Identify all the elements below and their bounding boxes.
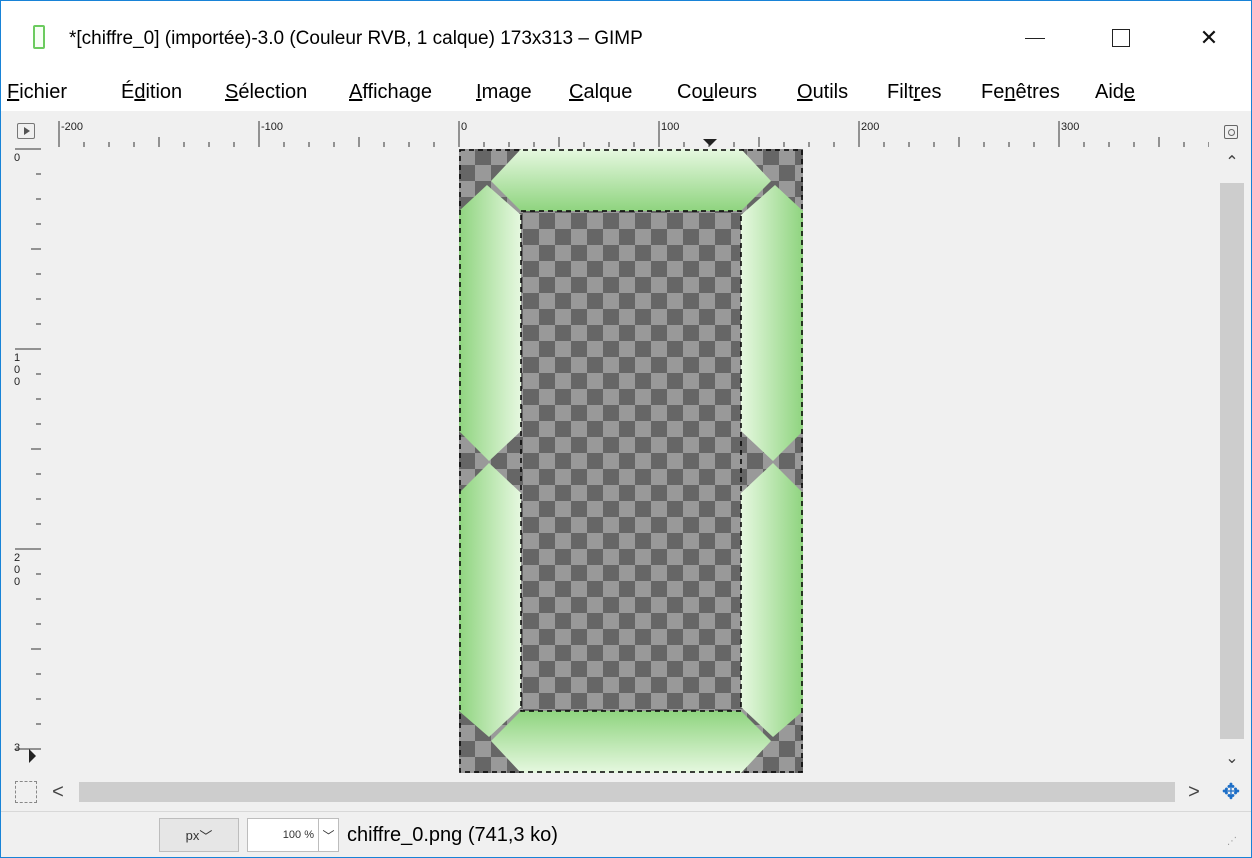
title-bar[interactable]: *[chiffre_0] (importée)-3.0 (Couleur RVB… bbox=[1, 1, 1251, 73]
ruler-label: 300 bbox=[1061, 121, 1079, 133]
resize-grip-icon[interactable]: ⋰ bbox=[1227, 836, 1245, 854]
menu-arrow-icon bbox=[17, 123, 35, 139]
pointer-position-marker bbox=[703, 139, 717, 146]
segment-top-right bbox=[741, 185, 803, 461]
horizontal-ruler[interactable]: -200 -100 0 100 200 300 bbox=[43, 117, 1209, 147]
unit-value: px bbox=[185, 827, 200, 843]
ruler-label: 200 bbox=[861, 121, 879, 133]
ruler-label: 0 bbox=[461, 121, 467, 133]
horizontal-scroll-thumb[interactable] bbox=[79, 782, 1175, 802]
vertical-scrollbar[interactable]: ⌃ ⌄ bbox=[1217, 147, 1247, 773]
horizontal-scrollbar[interactable]: < > bbox=[43, 777, 1209, 807]
menu-fenetres[interactable]: Fenêtres bbox=[981, 81, 1060, 104]
ruler-label: 3 bbox=[14, 742, 20, 754]
ruler-label: -100 bbox=[261, 121, 283, 133]
selection-inner-boundary bbox=[520, 210, 742, 712]
image-canvas[interactable] bbox=[43, 147, 1209, 773]
menu-affichage[interactable]: Affichage bbox=[349, 81, 432, 104]
zoom-selector[interactable]: 100 % ﹀ bbox=[247, 818, 339, 852]
menu-fichier[interactable]: Fichier bbox=[7, 81, 67, 104]
scroll-right-icon[interactable]: > bbox=[1179, 777, 1209, 807]
gimp-icon bbox=[33, 25, 45, 49]
scroll-left-icon[interactable]: < bbox=[43, 777, 73, 807]
minimize-icon bbox=[1025, 37, 1045, 39]
minimize-button[interactable] bbox=[1005, 15, 1065, 61]
chevron-down-icon[interactable]: ﹀ bbox=[318, 819, 338, 851]
segment-bottom bbox=[491, 711, 771, 773]
window-title: *[chiffre_0] (importée)-3.0 (Couleur RVB… bbox=[69, 28, 643, 49]
vertical-ruler[interactable]: 01002003 bbox=[11, 147, 41, 773]
menu-filtres[interactable]: Filtres bbox=[887, 81, 941, 104]
pointer-position-marker bbox=[29, 749, 36, 763]
segment-top bbox=[491, 149, 771, 211]
segment-bottom-right bbox=[741, 463, 803, 737]
menu-image[interactable]: Image bbox=[476, 81, 532, 104]
menu-aide[interactable]: Aide bbox=[1095, 81, 1135, 104]
menu-couleurs[interactable]: Couleurs bbox=[677, 81, 757, 104]
menu-selection[interactable]: Sélection bbox=[225, 81, 307, 104]
chevron-down-icon: ﹀ bbox=[199, 828, 213, 844]
ruler-label: 0 bbox=[14, 376, 20, 388]
segment-bottom-left bbox=[459, 463, 521, 737]
status-bar: px ﹀ 100 % ﹀ chiffre_0.png (741,3 ko) ⋰ bbox=[1, 811, 1251, 857]
navigate-icon[interactable]: ✥ bbox=[1215, 777, 1247, 807]
scroll-down-icon[interactable]: ⌄ bbox=[1217, 743, 1247, 773]
image-layer[interactable] bbox=[459, 149, 803, 773]
menu-edition[interactable]: Édition bbox=[121, 81, 182, 104]
ruler-label: -200 bbox=[61, 121, 83, 133]
close-icon: ✕ bbox=[1199, 25, 1219, 51]
ruler-label: 0 bbox=[14, 152, 20, 164]
zoom-image-button[interactable] bbox=[1217, 119, 1245, 145]
digit-zero-drawing bbox=[459, 149, 803, 773]
quick-mask-toggle[interactable] bbox=[15, 781, 37, 803]
scroll-up-icon[interactable]: ⌃ bbox=[1217, 147, 1247, 177]
vertical-scroll-thumb[interactable] bbox=[1220, 183, 1244, 739]
menu-outils[interactable]: Outils bbox=[797, 81, 848, 104]
ruler-label: 1 bbox=[14, 352, 20, 364]
ruler-label: 0 bbox=[14, 576, 20, 588]
quick-mask-menu-button[interactable] bbox=[11, 117, 41, 147]
maximize-icon bbox=[1112, 29, 1130, 47]
maximize-button[interactable] bbox=[1091, 15, 1151, 61]
zoom-value[interactable]: 100 % bbox=[248, 829, 318, 841]
close-button[interactable]: ✕ bbox=[1179, 15, 1239, 61]
unit-selector[interactable]: px ﹀ bbox=[159, 818, 239, 852]
menu-bar: Fichier Édition Sélection Affichage Image Cal… bbox=[1, 73, 1251, 111]
menu-calque[interactable]: Calque bbox=[569, 81, 632, 104]
ruler-label: 2 bbox=[14, 552, 20, 564]
ruler-label: 0 bbox=[14, 364, 20, 376]
segment-top-left bbox=[459, 185, 521, 461]
file-info: chiffre_0.png (741,3 ko) bbox=[347, 824, 558, 846]
zoom-fit-icon bbox=[1224, 125, 1238, 139]
ruler-label: 0 bbox=[14, 564, 20, 576]
ruler-label: 100 bbox=[661, 121, 679, 133]
gimp-window: *[chiffre_0] (importée)-3.0 (Couleur RVB… bbox=[0, 0, 1252, 858]
